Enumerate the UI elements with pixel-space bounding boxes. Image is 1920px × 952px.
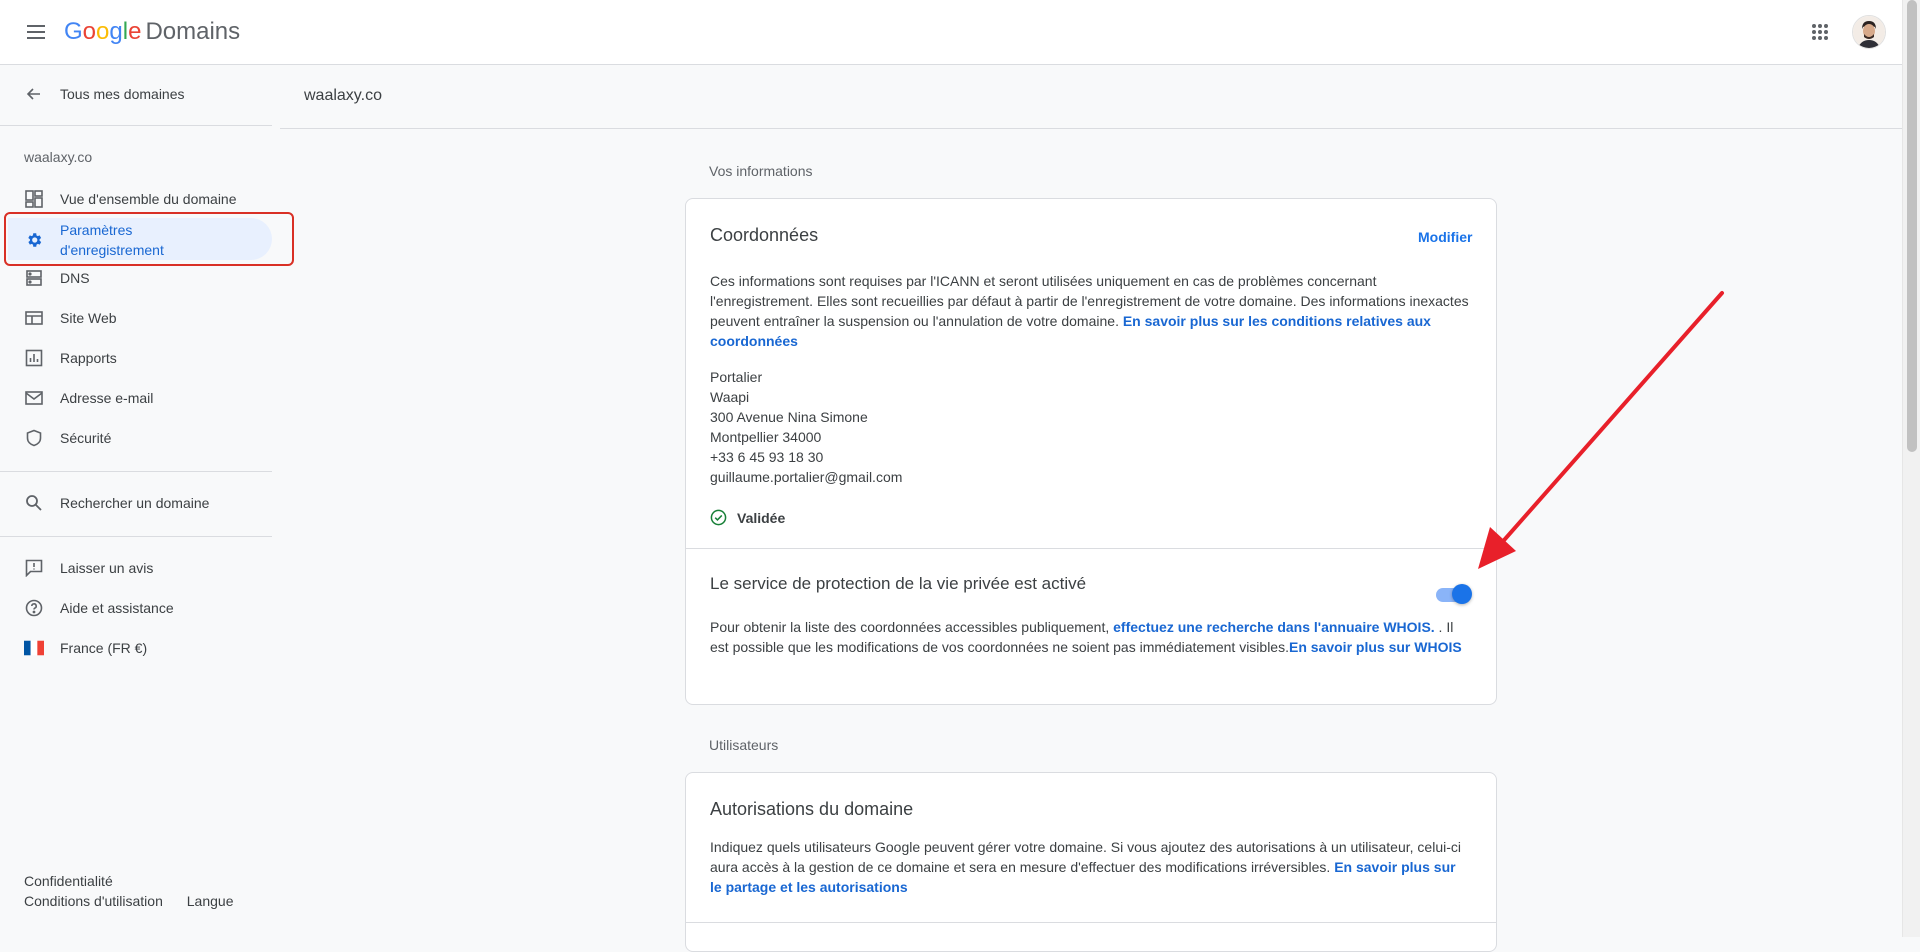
product-name: Domains [145, 18, 241, 45]
sidebar-item-reports[interactable]: Rapports [0, 338, 272, 378]
sidebar: Tous mes domaines waalaxy.co Vue d'ensem… [0, 65, 272, 937]
sidebar-item-label: Adresse e-mail [60, 390, 154, 406]
search-icon [24, 493, 44, 513]
page-title: waalaxy.co [304, 87, 382, 104]
address-line: Waapi [710, 389, 750, 405]
language-link[interactable]: Langue [187, 893, 234, 909]
privacy-text-1: Pour obtenir la liste des coordonnées ac… [710, 619, 1114, 635]
card-title: Autorisations du domaine [710, 799, 914, 819]
sidebar-footer: Confidentialité Conditions d'utilisation… [24, 873, 233, 913]
back-to-all-domains[interactable]: Tous mes domaines [0, 74, 272, 114]
check-circle-icon [710, 509, 727, 526]
privacy-description: Pour obtenir la liste des coordonnées ac… [710, 617, 1470, 657]
sidebar-item-label: Paramètres d'enregistrement [60, 222, 164, 258]
help-icon [24, 598, 44, 618]
card-separator [686, 922, 1496, 923]
divider [0, 471, 272, 472]
search-domain-label: Rechercher un domaine [60, 495, 210, 511]
account-avatar[interactable] [1852, 15, 1886, 49]
mail-icon [24, 388, 44, 408]
help-label: Aide et assistance [60, 600, 174, 616]
shield-icon [24, 428, 44, 448]
feedback-icon [24, 558, 44, 578]
section-label-info: Vos informations [709, 163, 813, 179]
privacy-title: Le service de protection de la vie privé… [710, 574, 1087, 593]
sidebar-item-label: Sécurité [60, 430, 112, 446]
address-line: guillaume.portalier@gmail.com [710, 469, 903, 485]
sidebar-item-email[interactable]: Adresse e-mail [0, 378, 272, 418]
google-domains-logo[interactable]: Google Domains [64, 18, 240, 46]
permissions-description: Indiquez quels utilisateurs Google peuve… [710, 837, 1470, 897]
sidebar-item-overview[interactable]: Vue d'ensemble du domaine [0, 179, 272, 219]
sidebar-item-label: Site Web [60, 310, 117, 326]
france-flag-icon [24, 638, 44, 658]
privacy-protection-toggle[interactable] [1434, 584, 1472, 604]
bar-chart-icon [24, 348, 44, 368]
dashboard-icon [24, 189, 44, 209]
dns-icon [24, 268, 44, 288]
google-wordmark: Google [64, 18, 142, 45]
validation-status-label: Validée [737, 509, 786, 526]
sidebar-item-label: Vue d'ensemble du domaine [60, 191, 237, 207]
address-line: Portalier [710, 369, 763, 385]
toggle-knob [1452, 584, 1472, 604]
section-label-users: Utilisateurs [709, 737, 779, 753]
edit-button[interactable]: Modifier [1418, 229, 1472, 245]
locale-label: France (FR €) [60, 640, 148, 656]
domain-permissions-card: Autorisations du domaine Indiquez quels … [685, 772, 1497, 952]
address-line: +33 6 45 93 18 30 [710, 449, 824, 465]
sidebar-item-dns[interactable]: DNS [0, 258, 272, 298]
sidebar-item-label: DNS [60, 270, 90, 286]
contact-address: Portalier Waapi 300 Avenue Nina Simone M… [710, 367, 902, 487]
help-link[interactable]: Aide et assistance [0, 588, 272, 628]
sidebar-item-label: Rapports [60, 350, 117, 366]
back-label: Tous mes domaines [60, 86, 185, 102]
sidebar-item-registration-settings[interactable]: Paramètres d'enregistrement [0, 219, 272, 261]
validation-status: Validée [710, 509, 785, 526]
sidebar-item-website[interactable]: Site Web [0, 298, 272, 338]
privacy-link[interactable]: Confidentialité [24, 873, 113, 889]
address-line: Montpellier 34000 [710, 429, 822, 445]
search-domain-link[interactable]: Rechercher un domaine [0, 483, 272, 523]
contact-description: Ces informations sont requises par l'ICA… [710, 271, 1470, 351]
page-scrollbar[interactable] [1902, 0, 1920, 937]
card-separator [686, 548, 1496, 549]
apps-grid-icon[interactable] [1808, 20, 1832, 44]
top-app-bar: Google Domains [0, 0, 1902, 65]
website-icon [24, 308, 44, 328]
annotation-arrow [1478, 291, 1724, 569]
sidebar-domain-name: waalaxy.co [24, 149, 93, 165]
sidebar-item-security[interactable]: Sécurité [0, 418, 272, 458]
menu-icon[interactable] [24, 20, 48, 44]
divider [0, 536, 272, 537]
content-divider [280, 128, 1902, 129]
locale-selector[interactable]: France (FR €) [0, 628, 272, 668]
feedback-link[interactable]: Laisser un avis [0, 548, 272, 588]
whois-search-link[interactable]: effectuez une recherche dans l'annuaire … [1113, 619, 1435, 635]
contact-card: Coordonnées Modifier Ces informations so… [685, 198, 1497, 705]
scrollbar-thumb[interactable] [1907, 0, 1917, 452]
divider [0, 125, 272, 126]
feedback-label: Laisser un avis [60, 560, 154, 576]
whois-learn-more-link[interactable]: En savoir plus sur WHOIS [1289, 639, 1462, 655]
arrow-back-icon [24, 84, 44, 104]
card-title: Coordonnées [710, 225, 819, 245]
gear-icon [24, 230, 44, 250]
address-line: 300 Avenue Nina Simone [710, 409, 868, 425]
terms-link[interactable]: Conditions d'utilisation [24, 893, 163, 909]
